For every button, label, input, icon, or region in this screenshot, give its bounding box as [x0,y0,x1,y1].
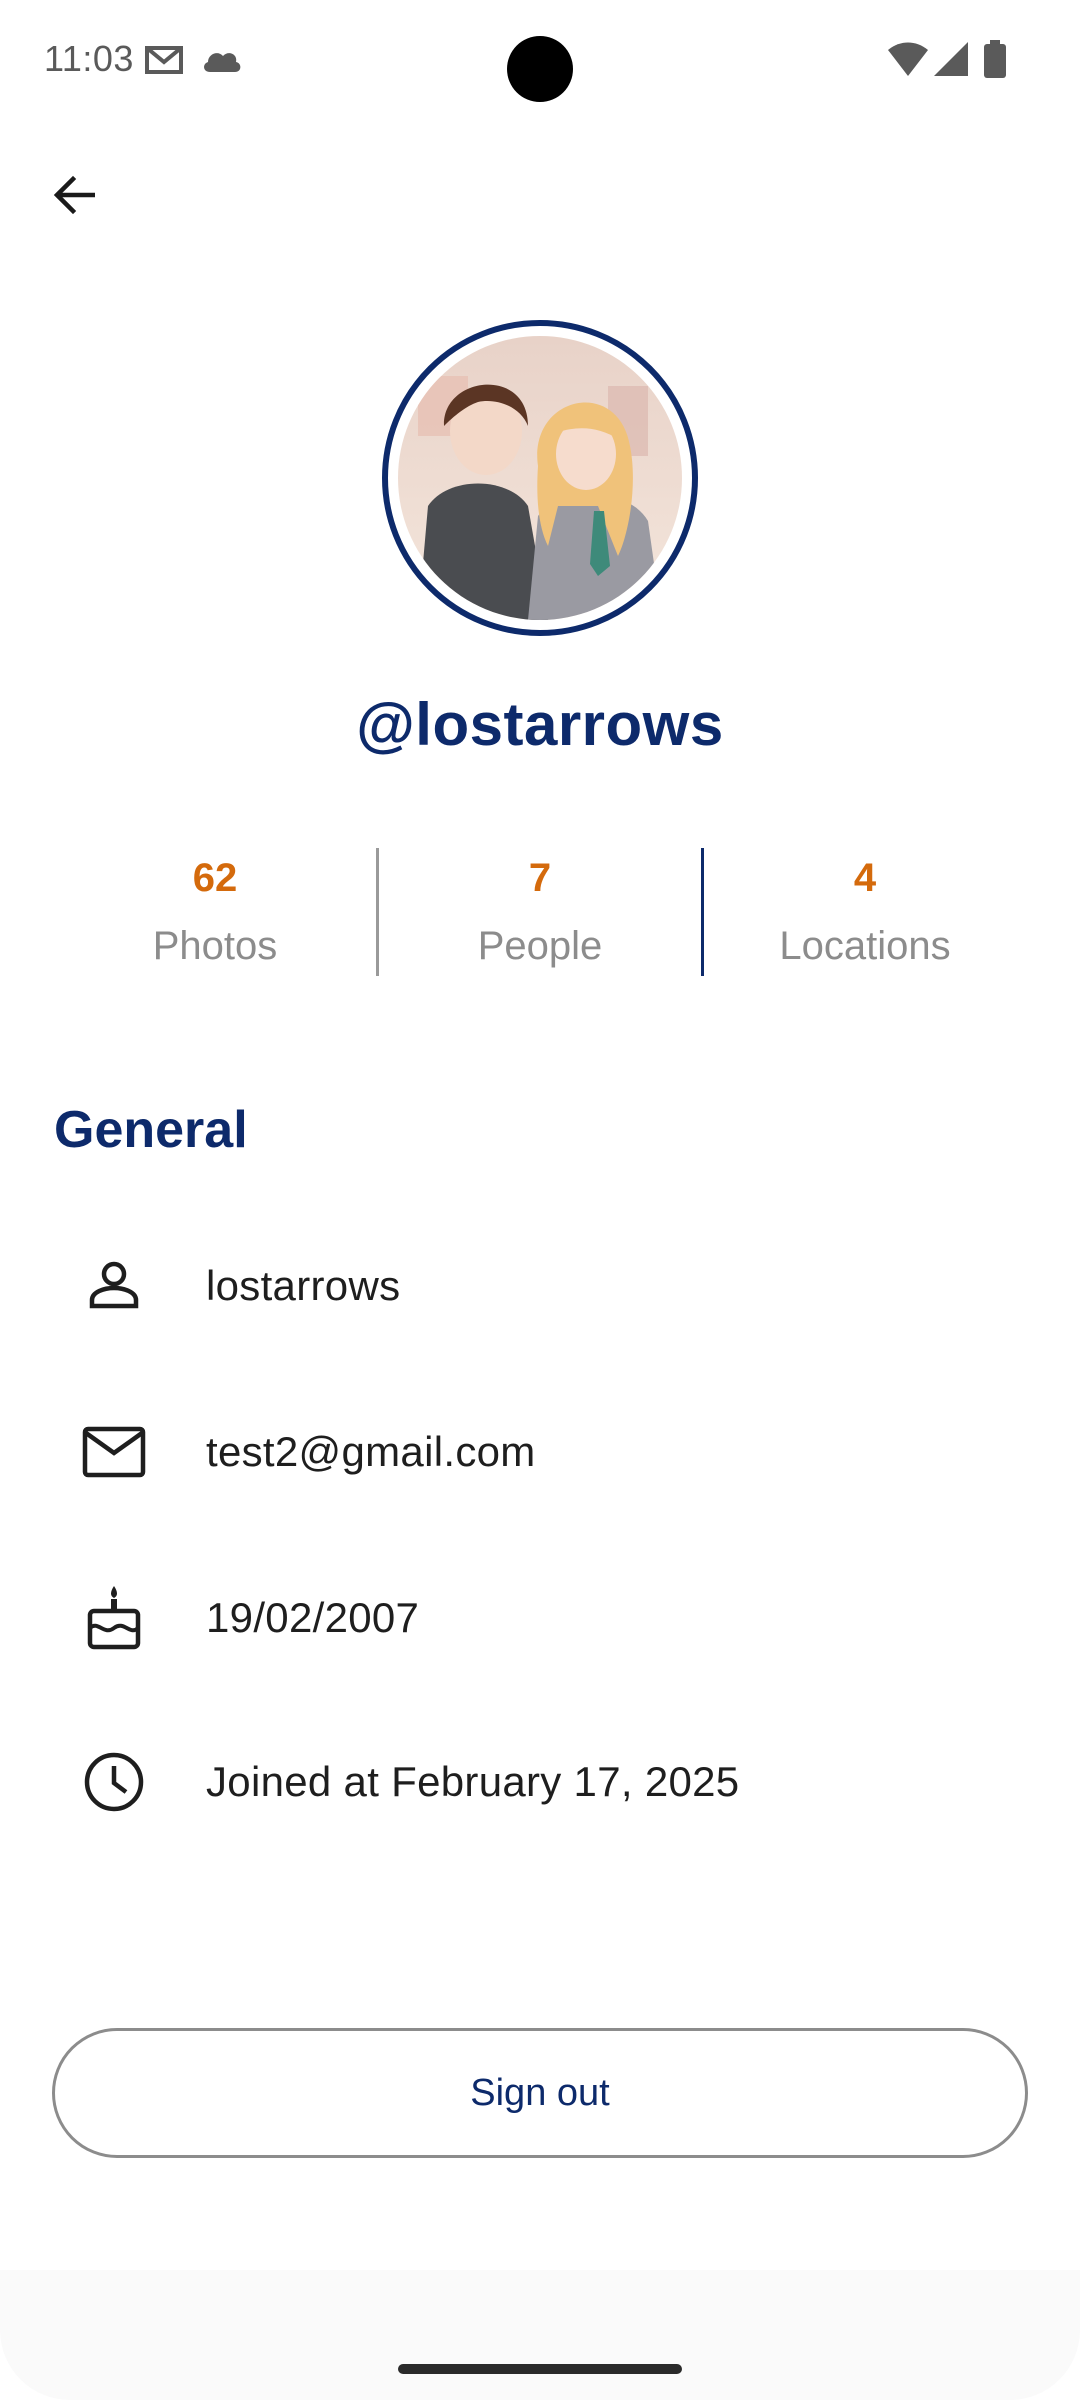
battery-icon [984,40,1006,78]
arrow-back-icon [53,175,95,215]
username-handle: @lostarrows [356,691,724,758]
cloud-icon [204,53,241,72]
clock-icon [54,1732,174,1832]
info-row-joined: Joined at February 17, 2025 [54,1732,1026,1832]
avatar-image [398,336,682,620]
status-bar: 11:03 [0,0,1080,120]
stat-people[interactable]: 7 People [379,848,701,976]
gesture-bar [0,2270,1080,2400]
stat-label: People [477,924,603,968]
info-text: 19/02/2007 [206,1594,420,1641]
profile-screen: 11:03 @lostarrows 62 Photos 7 People 4 L… [0,0,1080,2400]
stat-photos[interactable]: 62 Photos [54,848,376,976]
info-row-username: lostarrows [54,1236,1026,1336]
avatar[interactable] [382,320,698,636]
stat-value: 7 [528,856,552,900]
stats-row: 62 Photos 7 People 4 Locations [54,848,1026,976]
stat-locations[interactable]: 4 Locations [704,848,1026,976]
section-title-general: General [54,1101,248,1159]
person-icon [54,1236,174,1336]
info-text: test2@gmail.com [206,1428,536,1475]
info-row-email: test2@gmail.com [54,1402,1026,1502]
signal-icon [934,42,968,76]
stat-label: Locations [779,924,951,968]
info-text: Joined at February 17, 2025 [206,1758,740,1805]
sign-out-button[interactable]: Sign out [52,2028,1028,2158]
info-row-birthday: 19/02/2007 [54,1568,1026,1668]
stat-label: Photos [152,924,278,968]
stat-value: 62 [192,856,238,900]
home-gesture-handle[interactable] [398,2364,682,2374]
status-time: 11:03 [44,38,134,79]
gmail-icon [145,46,183,74]
back-button[interactable] [40,160,110,230]
cake-icon [54,1568,174,1668]
front-camera [507,36,573,102]
mail-icon [54,1402,174,1502]
info-text: lostarrows [206,1262,401,1309]
wifi-icon [888,42,928,76]
stat-value: 4 [853,856,877,900]
